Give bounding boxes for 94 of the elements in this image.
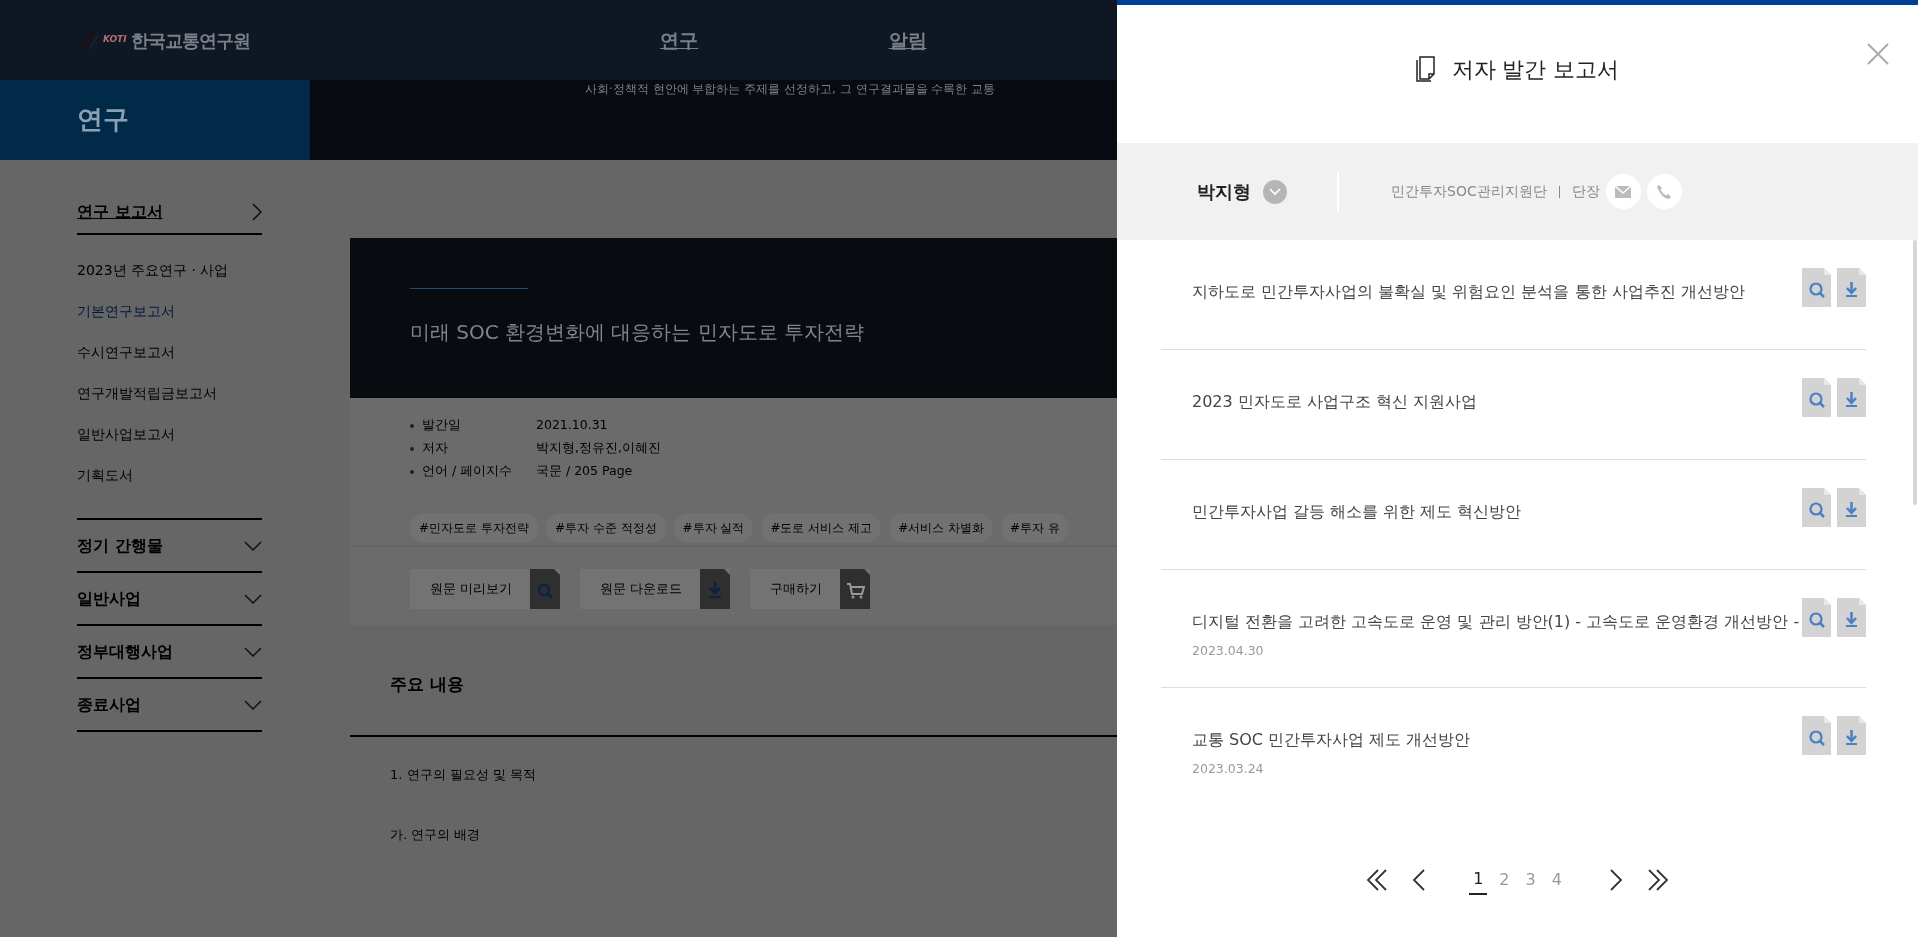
meta-label: 저자 xyxy=(422,439,448,458)
action-button[interactable]: 원문 다운로드 xyxy=(580,569,731,609)
cart-icon xyxy=(840,569,871,609)
chevron-down-icon xyxy=(244,699,262,710)
download-icon xyxy=(700,569,731,609)
sidebar-group-label: 일반사업 xyxy=(77,587,141,610)
keyword-tag[interactable]: #투자 유 xyxy=(1001,513,1069,543)
keyword-tag[interactable]: #민자도로 투자전략 xyxy=(410,513,538,543)
page-number[interactable]: 2 xyxy=(1495,865,1514,895)
download-icon xyxy=(1837,378,1866,417)
sidebar-group[interactable]: 정기 간행물 xyxy=(77,520,262,573)
meta-label: 언어 / 페이지수 xyxy=(422,462,513,481)
report-link[interactable]: 민간투자사업 갈등 해소를 위한 제도 혁신방안 xyxy=(1192,502,1522,521)
preview-button[interactable] xyxy=(1802,488,1831,527)
meta-value: 박지형,정유진,이혜진 xyxy=(536,439,661,458)
sidebar-group[interactable]: 종료사업 xyxy=(77,679,262,732)
page-number[interactable]: 4 xyxy=(1547,865,1566,895)
envelope-icon xyxy=(1615,185,1632,198)
preview-button[interactable] xyxy=(1802,598,1831,637)
magnifier-icon xyxy=(1802,715,1831,755)
chevron-down-icon xyxy=(244,593,262,604)
download-icon xyxy=(1837,268,1866,307)
sidebar-item[interactable]: 연구개발적립금보고서 xyxy=(77,373,262,414)
content-heading: 1. 연구의 필요성 및 목적 xyxy=(389,766,537,784)
sidebar-item[interactable]: 수시연구보고서 xyxy=(77,332,262,373)
bullet-icon xyxy=(410,446,414,451)
download-icon xyxy=(1837,488,1866,527)
magnifier-icon xyxy=(1802,268,1831,307)
keyword-tag[interactable]: #투자 수준 적정성 xyxy=(545,513,666,543)
keyword-tag[interactable]: #도로 서비스 제고 xyxy=(761,513,882,543)
preview-button[interactable] xyxy=(1802,715,1831,755)
download-button[interactable] xyxy=(1837,268,1866,307)
report-link[interactable]: 디지털 전환을 고려한 고속도로 운영 및 관리 방안(1) - 고속도로 운영환경 개선방안 - xyxy=(1192,612,1800,631)
report-link[interactable]: 지하도로 민간투자사업의 불확실 및 위험요인 분석을 통한 사업추진 개선방안 xyxy=(1192,282,1745,301)
scrollbar-thumb[interactable] xyxy=(1913,240,1917,505)
sidebar-group-label: 정기 간행물 xyxy=(77,534,163,557)
sidebar-item[interactable]: 일반사업보고서 xyxy=(77,414,262,455)
chevron-right-icon xyxy=(252,202,262,221)
meta-label: 발간일 xyxy=(422,416,461,435)
report-link[interactable]: 2023 민자도로 사업구조 혁신 지원사업 xyxy=(1192,392,1478,411)
download-button[interactable] xyxy=(1837,378,1866,417)
download-button[interactable] xyxy=(1837,598,1866,637)
sidebar-group-label: 정부대행사업 xyxy=(77,640,173,663)
report-date: 2023.04.30 xyxy=(1192,642,1265,660)
chevron-down-icon xyxy=(1269,187,1281,196)
download-icon xyxy=(1837,598,1866,637)
sidebar-item[interactable]: 기본연구보고서 xyxy=(77,291,262,332)
sidebar-group[interactable]: 일반사업 xyxy=(77,573,262,626)
keyword-tag[interactable]: #서비스 차별화 xyxy=(889,513,993,543)
banner-description: 사회·정책적 현안에 부합하는 주제를 선정하고, 그 연구결과물을 수록한 교통 xyxy=(585,82,997,97)
sidebar-group[interactable]: 정부대행사업 xyxy=(77,626,262,679)
download-button[interactable] xyxy=(1837,715,1866,755)
report-date: 2023.03.24 xyxy=(1192,759,1265,778)
download-icon xyxy=(1837,715,1866,755)
content-heading: 가. 연구의 배경 xyxy=(389,826,482,844)
action-button[interactable]: 원문 미리보기 xyxy=(410,569,561,609)
chevron-down-icon xyxy=(244,646,262,657)
section-title: 연구 xyxy=(0,80,310,160)
logo-mark-text: KOTI xyxy=(103,33,127,47)
preview-button[interactable] xyxy=(1802,378,1831,417)
email-button[interactable] xyxy=(1605,174,1641,209)
report-link[interactable]: 교통 SOC 민간투자사업 제도 개선방안 xyxy=(1192,729,1471,749)
download-button[interactable] xyxy=(1837,488,1866,527)
meta-value: 국문 / 205 Page xyxy=(536,462,633,481)
author-dropdown-button[interactable] xyxy=(1263,179,1287,204)
phone-icon xyxy=(1656,183,1673,200)
author-position: 단장 xyxy=(1571,182,1600,201)
sidebar-item[interactable]: 기획도서 xyxy=(77,455,262,496)
document-icon xyxy=(1415,56,1438,82)
close-icon xyxy=(1866,41,1890,66)
nav-link[interactable]: 알림 xyxy=(888,25,1117,55)
author-name: 박지형 xyxy=(1197,180,1251,204)
magnifier-icon xyxy=(530,569,561,609)
report-title: 미래 SOC 환경변화에 대응하는 민자도로 투자전략 xyxy=(410,319,866,346)
chevron-down-icon xyxy=(244,540,262,551)
preview-button[interactable] xyxy=(1802,268,1831,307)
close-button[interactable] xyxy=(1866,41,1890,65)
magnifier-icon xyxy=(1802,378,1831,417)
magnifier-icon xyxy=(1802,598,1831,637)
author-department: 민간투자SOC관리지원단 xyxy=(1391,182,1547,201)
panel-title: 저자 발간 보고서 xyxy=(1451,55,1620,84)
meta-value: 2021.10.31 xyxy=(536,416,608,435)
sidebar-item[interactable]: 2023년 주요연구 · 사업 xyxy=(77,250,262,291)
magnifier-icon xyxy=(1802,488,1831,527)
action-button[interactable]: 구매하기 xyxy=(750,569,871,609)
nav-link[interactable]: 연구 xyxy=(660,25,889,55)
logo-text[interactable]: 한국교통연구원 xyxy=(130,26,250,54)
bullet-icon xyxy=(410,469,414,474)
bullet-icon xyxy=(410,423,414,428)
sidebar-group-label: 종료사업 xyxy=(77,693,141,716)
page-number[interactable]: 3 xyxy=(1521,865,1540,895)
page-number[interactable]: 1 xyxy=(1469,865,1488,895)
keyword-tag[interactable]: #투자 실적 xyxy=(673,513,754,543)
phone-button[interactable] xyxy=(1646,174,1682,209)
